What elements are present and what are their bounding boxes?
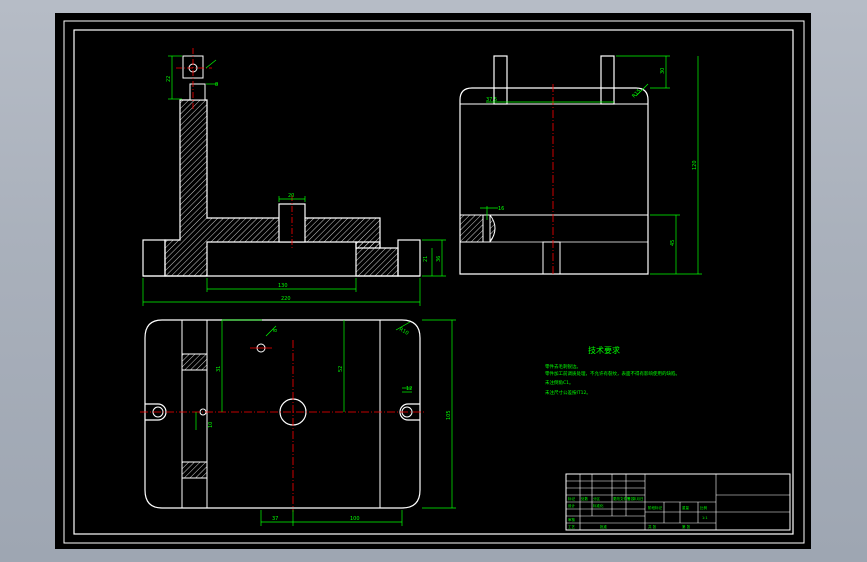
side-pin-height: 30: [660, 68, 666, 74]
top-left-vertical: 31: [216, 366, 222, 372]
tb-scale-value: 1:1: [702, 516, 708, 520]
front-right-h2: 36: [436, 256, 442, 262]
note-line-2: 零件加工前调质处理，不允许有裂纹，表面不得有影响使用的缺陷。: [545, 370, 680, 377]
tb-label-total-sheets: 共 张: [648, 524, 657, 529]
side-pin-offset: 37.5: [486, 97, 497, 103]
notes-title: 技术要求: [588, 345, 620, 355]
front-top-b: 22: [166, 76, 172, 82]
side-slot: 16: [498, 206, 504, 212]
top-small-b: 10: [208, 422, 214, 428]
front-inner-width: 130: [278, 283, 288, 289]
tb-label-zone: 分区: [593, 496, 601, 501]
top-bottom-left: 37: [272, 516, 278, 522]
tb-label-standard: 标准化: [593, 503, 604, 508]
tb-label-approve: 批准: [600, 524, 608, 529]
tb-label-design: 设计: [568, 503, 576, 508]
tb-label-sheet-no: 第 张: [682, 524, 691, 529]
tb-label-scale: 比例: [700, 505, 708, 510]
cad-canvas: 220 130 20 21 36 8 22 37.5 120 30 45 R15…: [55, 13, 811, 549]
side-total-height: 120: [692, 160, 698, 170]
note-line-4: 未注尺寸公差按IT12。: [545, 389, 591, 396]
front-top-a: 8: [215, 82, 218, 88]
top-bottom-right: 100: [350, 516, 360, 522]
tb-label-date: 年月日: [633, 496, 644, 501]
note-line-1: 零件去毛刺锐边。: [545, 363, 581, 370]
tb-label-process: 工艺: [568, 524, 576, 529]
tb-label-review: 审核: [568, 517, 576, 522]
tb-label-count: 处数: [581, 496, 589, 501]
top-small-a: 8: [273, 329, 279, 332]
front-right-h1: 21: [423, 256, 429, 262]
top-slot-width: 12: [406, 386, 412, 392]
note-line-3: 未注倒角C1。: [545, 379, 574, 386]
side-base-height: 45: [670, 240, 676, 246]
tb-label-mark: 标记: [568, 496, 576, 501]
tb-label-stage: 阶段标记: [648, 505, 662, 510]
drawing-sheet: [55, 13, 811, 549]
front-boss-width: 20: [288, 193, 294, 199]
top-mid-vertical: 52: [338, 366, 344, 372]
front-overall-width: 220: [281, 296, 291, 302]
top-height: 105: [446, 410, 452, 420]
cad-drawing-window: 220 130 20 21 36 8 22 37.5 120 30 45 R15…: [0, 0, 867, 562]
tb-label-weight: 重量: [682, 505, 690, 510]
